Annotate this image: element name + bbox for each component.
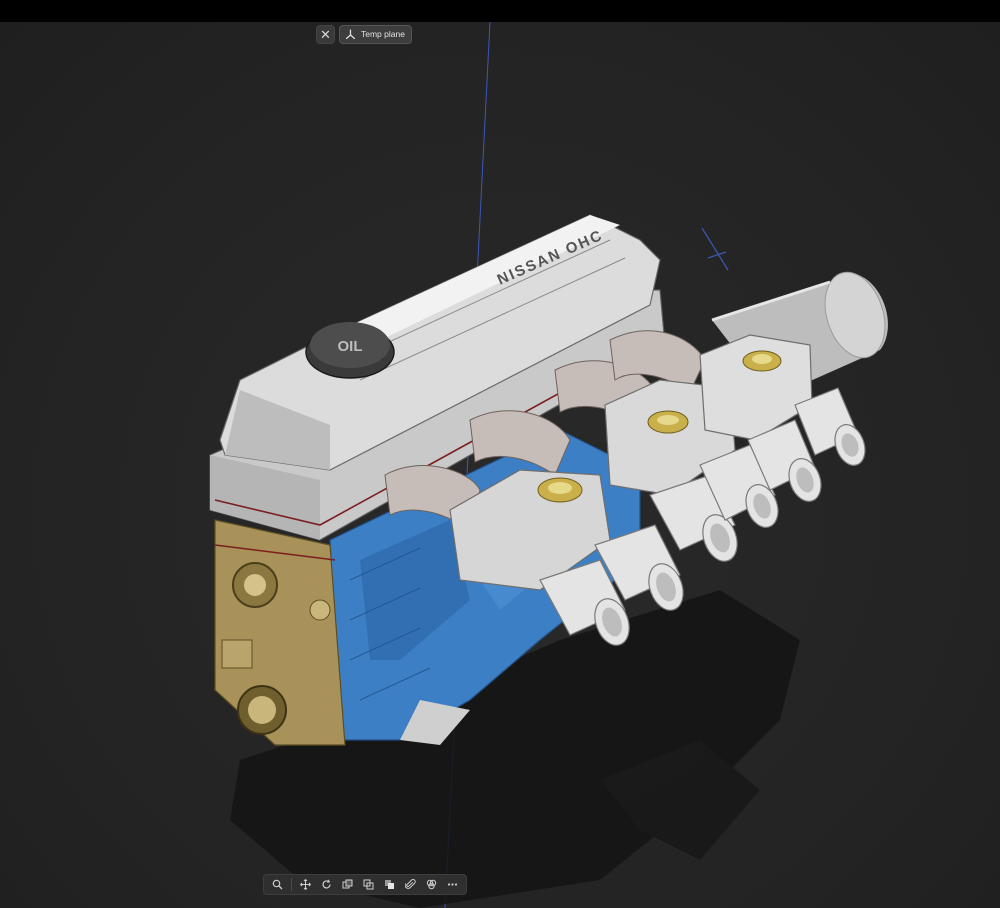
more-tool-button[interactable] <box>443 876 462 893</box>
temp-plane-button[interactable]: Temp plane <box>339 25 412 44</box>
duplicate-icon <box>363 879 374 890</box>
stack-squares-icon <box>385 880 394 889</box>
axis-cross-marker <box>701 227 729 271</box>
zoom-tool-button[interactable] <box>268 876 287 893</box>
ellipsis-icon <box>447 883 458 886</box>
temp-plane-label: Temp plane <box>361 29 405 40</box>
color-circles-icon <box>426 879 437 890</box>
close-icon: ✕ <box>320 26 331 42</box>
oil-cap: OIL <box>305 322 395 379</box>
axes-icon <box>345 29 356 40</box>
toolbar-divider <box>291 878 292 891</box>
view-style-tool-button[interactable] <box>380 876 399 893</box>
3d-viewport[interactable]: NISSAN OHC OIL <box>0 22 1000 908</box>
move-arrows-icon <box>300 879 311 890</box>
top-window-strip <box>0 0 1000 22</box>
bottom-toolbar <box>263 874 467 895</box>
oil-cap-text: OIL <box>338 338 363 355</box>
pan-tool-button[interactable] <box>296 876 315 893</box>
magnifier-icon <box>272 879 283 890</box>
top-controls: ✕ Temp plane <box>316 25 412 44</box>
paperclip-icon <box>405 879 416 889</box>
engine-model[interactable]: NISSAN OHC OIL <box>0 22 1000 908</box>
copy-tool-button[interactable] <box>359 876 378 893</box>
section-tool-button[interactable] <box>338 876 357 893</box>
section-box-icon <box>342 879 353 889</box>
close-button[interactable]: ✕ <box>316 25 335 44</box>
orbit-tool-button[interactable] <box>317 876 336 893</box>
attach-tool-button[interactable] <box>401 876 420 893</box>
appearance-tool-button[interactable] <box>422 876 441 893</box>
rotate-icon <box>322 879 331 889</box>
